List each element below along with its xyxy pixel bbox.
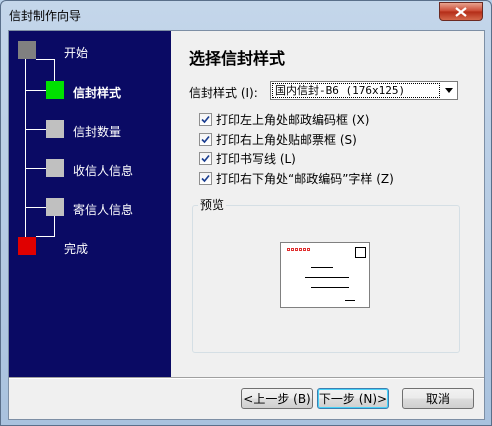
back-button[interactable]: <上一步 (B) [241,388,313,409]
print-postcode-box-checkbox[interactable]: 打印左上角处邮政编码框 (X) [199,111,369,127]
envelope-style-label: 信封样式 (I): [189,86,258,100]
print-stamp-box-checkbox[interactable]: 打印右上角处贴邮票框 (S) [199,131,357,147]
step-start-label: 开始 [64,46,89,60]
close-icon [455,6,467,17]
envelope-preview [280,242,370,308]
button-separator [9,377,484,379]
step-sender-info-connector-down [54,216,55,236]
cancel-button[interactable]: 取消 [402,388,474,409]
address-line [305,277,349,278]
print-writing-lines-checkbox[interactable]: 打印书写线 (L) [199,150,296,166]
address-line [311,267,333,268]
checkbox-label: 打印右下角处“邮政编码”字样 (Z) [216,171,394,186]
step-envelope-count-connector [26,129,46,130]
step-sender-info-marker [46,198,64,216]
step-envelope-count: 信封数量 [9,120,171,142]
step-envelope-style-marker [46,81,64,99]
page-title: 选择信封样式 [189,49,286,68]
envelope-style-value: 国内信封-B6 (176x125) [272,83,440,98]
step-finish-marker [18,237,36,255]
title-bar[interactable]: 信封制作向导 [1,1,491,29]
checkbox-box[interactable] [199,171,212,185]
wizard-window: 信封制作向导 开始 信封样式 信封数量 收信人信息 寄信人信息 完成 选择信封样… [0,0,492,426]
step-recipient-info-marker [46,159,64,177]
envelope-style-select[interactable]: 国内信封-B6 (176x125) [270,81,458,100]
step-envelope-count-label: 信封数量 [73,125,122,139]
checkbox-label: 打印书写线 (L) [216,151,296,166]
checkmark-icon [201,154,210,162]
print-postcode-text-checkbox[interactable]: 打印右下角处“邮政编码”字样 (Z) [199,170,394,186]
step-finish-label: 完成 [64,242,89,256]
chevron-down-icon[interactable] [445,88,453,93]
checkbox-box[interactable] [199,112,212,126]
checkbox-label: 打印右上角处贴邮票框 (S) [216,132,357,147]
sender-line [345,300,355,301]
checkmark-icon [201,174,210,182]
step-recipient-info-connector [26,168,46,169]
step-envelope-count-marker [46,120,64,138]
step-recipient-info-label: 收信人信息 [73,164,134,178]
steps-panel: 开始 信封样式 信封数量 收信人信息 寄信人信息 完成 [9,31,171,377]
step-finish: 完成 [9,236,171,259]
next-button[interactable]: 下一步 (N)> [317,388,389,409]
step-envelope-style-connector [26,90,46,91]
step-sender-info-connector [26,207,46,208]
step-sender-info-label: 寄信人信息 [73,203,134,217]
step-sender-info: 寄信人信息 [9,198,171,236]
checkbox-label: 打印左上角处邮政编码框 (X) [216,112,370,127]
address-line [311,287,349,288]
checkbox-box[interactable] [199,151,212,165]
checkbox-box[interactable] [199,132,212,146]
close-button[interactable] [439,2,483,21]
step-start-connector [36,59,54,60]
window-title: 信封制作向导 [9,9,82,23]
step-envelope-style-label: 信封样式 [73,86,122,100]
step-start: 开始 [9,41,171,87]
step-finish-connector [36,236,55,237]
postcode-boxes [287,248,311,251]
step-start-marker [18,41,36,59]
checkmark-icon [201,135,210,143]
step-recipient-info: 收信人信息 [9,159,171,181]
checkmark-icon [201,115,210,123]
step-envelope-style: 信封样式 [9,81,171,103]
stamp-box [355,247,366,258]
wizard-client-area: 开始 信封样式 信封数量 收信人信息 寄信人信息 完成 选择信封样式 信封样式 … [8,30,485,420]
preview-label: 预览 [198,196,227,213]
